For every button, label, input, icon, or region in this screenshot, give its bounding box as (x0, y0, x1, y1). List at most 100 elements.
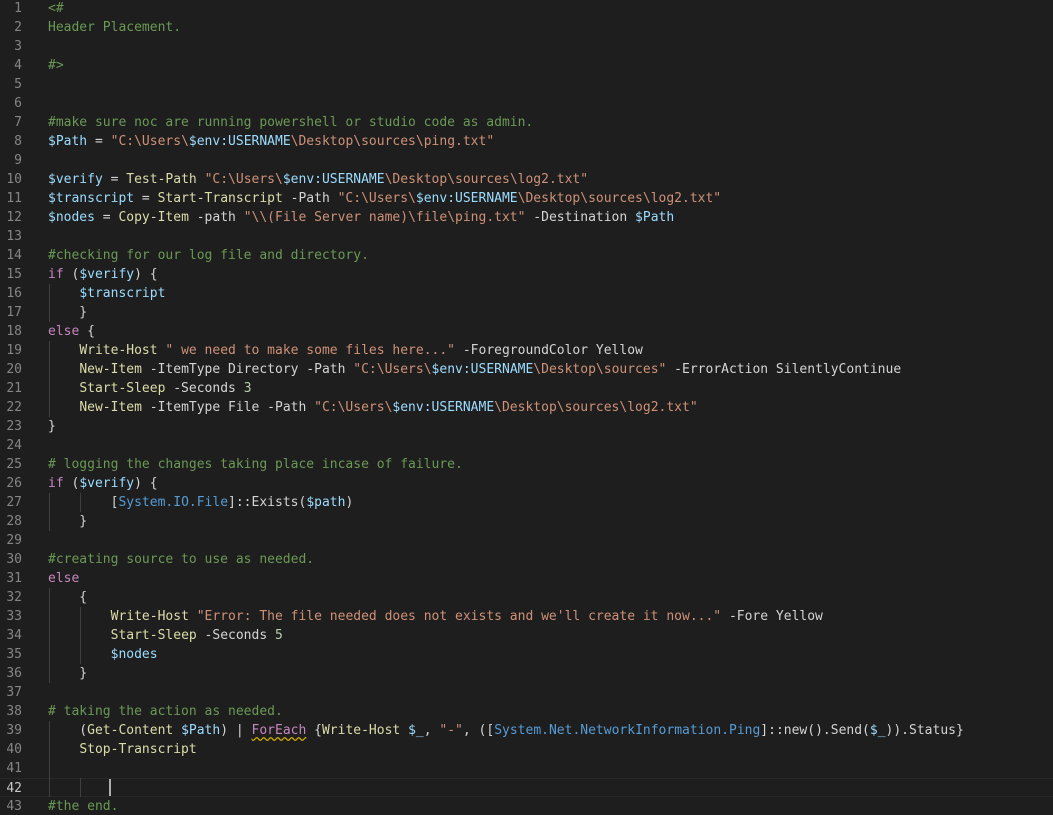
code-line[interactable]: 24 (0, 436, 1053, 455)
code-line[interactable]: 15 if ($verify) { (0, 265, 1053, 284)
code-line[interactable]: 31 else (0, 569, 1053, 588)
line-code: Write-Host "Error: The file needed does … (48, 607, 823, 626)
line-code: $Path = "C:\Users\$env:USERNAME\Desktop\… (48, 132, 494, 151)
line-number: 32 (6, 590, 22, 605)
code-token: \Desktop\sources\log2.txt" (494, 400, 698, 415)
line-number: 27 (6, 495, 22, 510)
code-line[interactable]: 3 (0, 37, 1053, 56)
code-line[interactable]: 13 (0, 227, 1053, 246)
indent-guide (49, 721, 50, 797)
code-token: ) { (134, 267, 158, 282)
code-editor[interactable]: 1 <# 2 Header Placement. 3 4 #> 5 6 7 #make sure n… (0, 0, 1053, 815)
code-token: } (48, 419, 56, 434)
code-line[interactable]: 8 $Path = "C:\Users\$env:USERNAME\Desktop… (0, 132, 1053, 151)
line-number: 11 (6, 191, 22, 206)
line-code: if ($verify) { (48, 474, 158, 493)
code-line[interactable]: 21 Start-Sleep -Seconds 3 (0, 379, 1053, 398)
code-line[interactable]: 27 [System.IO.File]::Exists($path) (0, 493, 1053, 512)
code-line[interactable]: 30 #creating source to use as needed. (0, 550, 1053, 569)
code-line[interactable]: 11 $transcript = Start-Transcript -Path "… (0, 189, 1053, 208)
code-token: Get-Content (87, 723, 174, 738)
code-line[interactable]: 29 (0, 531, 1053, 550)
code-line[interactable]: 10 $verify = Test-Path "C:\Users\$env:USE… (0, 170, 1053, 189)
code-token: ]::Exists( (228, 495, 307, 510)
code-line[interactable]: 18 else { (0, 322, 1053, 341)
code-line[interactable]: 7 #make sure noc are running powershell o… (0, 113, 1053, 132)
code-line[interactable]: 28 } (0, 512, 1053, 531)
line-code: [System.IO.File]::Exists($path) (48, 493, 354, 512)
code-token: ) (345, 495, 354, 510)
code-token: Start-Transcript (157, 191, 283, 206)
code-line[interactable]: 41 (0, 759, 1053, 778)
code-line[interactable]: 16 $transcript (0, 284, 1053, 303)
code-token: $verify (48, 172, 103, 187)
code-line[interactable]: 35 $nodes (0, 645, 1053, 664)
code-token: "Error: The file needed does not exists … (196, 609, 722, 624)
code-line[interactable]: 20 New-Item -ItemType Directory -Path "C… (0, 360, 1053, 379)
line-number: 4 (14, 58, 22, 73)
line-number: 5 (14, 77, 22, 92)
code-line[interactable]: 4 #> (0, 56, 1053, 75)
code-token: $transcript (79, 286, 166, 301)
code-token: ) { (134, 476, 158, 491)
line-code: #checking for our log file and directory… (48, 246, 369, 265)
code-line[interactable]: 9 (0, 151, 1053, 170)
code-token: Stop-Transcript (79, 742, 197, 757)
code-line[interactable]: 39 (Get-Content $Path) | ForEach {Write-… (0, 721, 1053, 740)
code-line[interactable]: 34 Start-Sleep -Seconds 5 (0, 626, 1053, 645)
code-line[interactable]: 1 <# (0, 0, 1053, 18)
code-token: "-" (439, 723, 463, 738)
line-number: 7 (14, 115, 22, 130)
code-line[interactable]: 12 $nodes = Copy-Item -path "\\(File Serv… (0, 208, 1053, 227)
code-line[interactable]: 38 # taking the action as needed. (0, 702, 1053, 721)
code-line[interactable]: 32 { (0, 588, 1053, 607)
line-number: 6 (14, 96, 22, 111)
code-line[interactable]: 26 if ($verify) { (0, 474, 1053, 493)
line-number: 2 (14, 20, 22, 35)
line-code: if ($verify) { (48, 265, 158, 284)
code-token: } (48, 514, 88, 529)
code-line[interactable]: 17 } (0, 303, 1053, 322)
code-line[interactable]: 5 (0, 75, 1053, 94)
code-token: else (48, 324, 80, 339)
line-number: 1 (14, 1, 22, 16)
code-line[interactable]: 2 Header Placement. (0, 18, 1053, 37)
code-token: -path (188, 210, 244, 225)
code-token: -ErrorAction SilentlyContinue (666, 362, 902, 377)
code-token: $Path (181, 723, 221, 738)
code-line[interactable]: 6 (0, 94, 1053, 113)
code-token: } (48, 305, 88, 320)
line-number: 19 (6, 343, 22, 358)
code-token: New-Item (79, 362, 142, 377)
line-number: 20 (6, 362, 22, 377)
code-token: Write-Host (321, 723, 401, 738)
code-line[interactable]: 19 Write-Host " we need to make some fil… (0, 341, 1053, 360)
code-line[interactable]: 25 # logging the changes taking place inc… (0, 455, 1053, 474)
code-line[interactable]: 43 #the end. (0, 797, 1053, 815)
code-token: <# (48, 1, 64, 16)
code-line[interactable]: 37 (0, 683, 1053, 702)
code-token: $env:USERNAME (415, 191, 518, 206)
code-line[interactable]: 23} (0, 417, 1053, 436)
code-token: $nodes (48, 210, 95, 225)
indent-guide (80, 778, 81, 797)
line-code: #make sure noc are running powershell or… (48, 113, 533, 132)
code-line[interactable]: 40 Stop-Transcript (0, 740, 1053, 759)
line-number: 25 (6, 457, 22, 472)
line-code: New-Item -ItemType Directory -Path "C:\U… (48, 360, 901, 379)
code-token: if (48, 267, 64, 282)
code-token: "\\(File Server name)\file\ping.txt" (243, 210, 526, 225)
code-token: ( (63, 476, 80, 491)
line-code: $verify = Test-Path "C:\Users\$env:USERN… (48, 170, 588, 189)
code-line[interactable]: 42 (0, 778, 1053, 797)
code-line[interactable]: 14 #checking for our log file and directo… (0, 246, 1053, 265)
code-line[interactable]: 36 } (0, 664, 1053, 683)
code-token: #creating source to use as needed. (48, 552, 315, 567)
code-token: = (102, 172, 127, 187)
code-line[interactable]: 22 New-Item -ItemType File -Path "C:\Use… (0, 398, 1053, 417)
code-token: Write-Host (110, 609, 189, 624)
code-line[interactable]: 33 Write-Host "Error: The file needed do… (0, 607, 1053, 626)
